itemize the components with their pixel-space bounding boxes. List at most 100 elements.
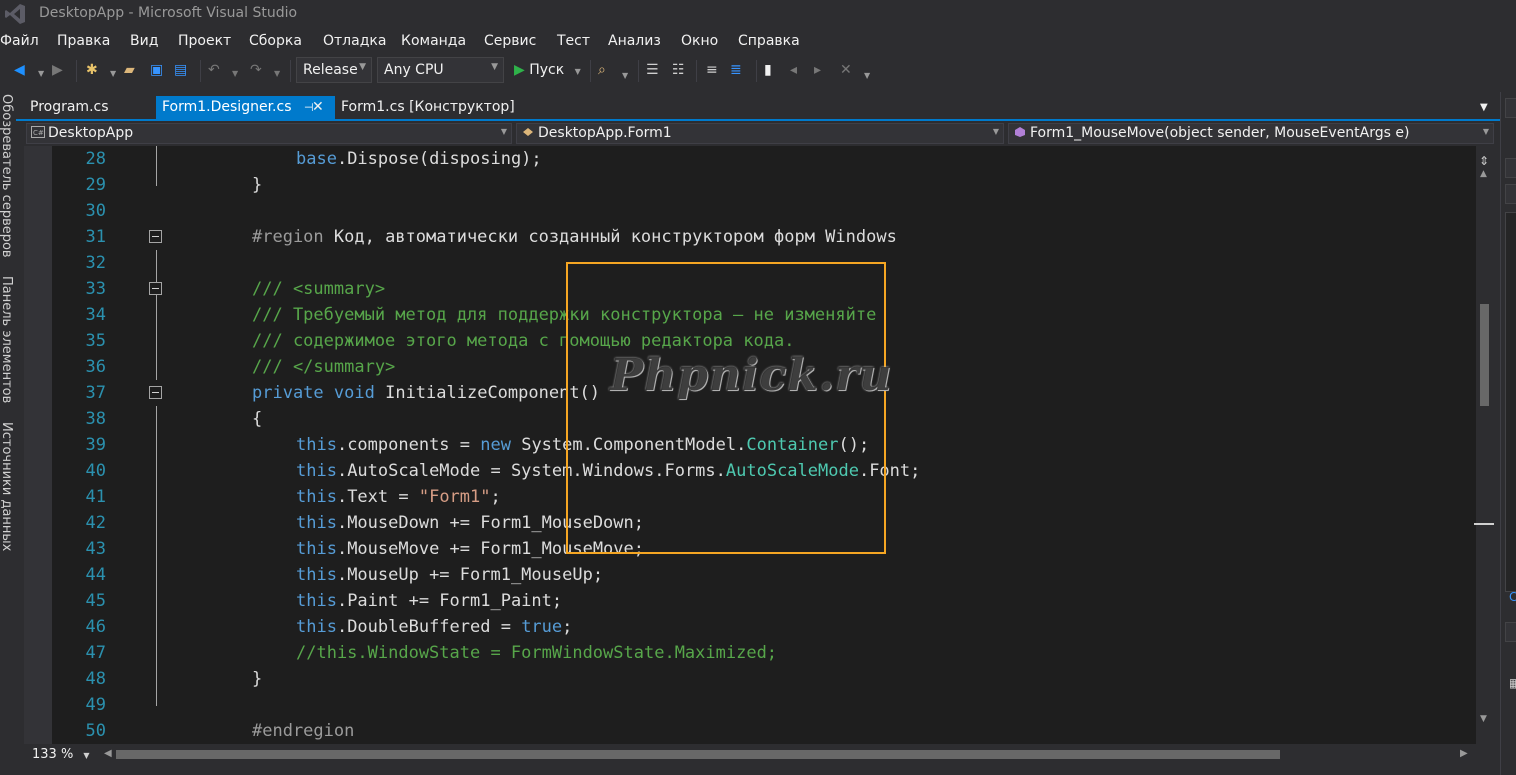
line-number: 44 [85,565,106,585]
scroll-left-icon[interactable]: ◀ [104,748,112,759]
panel-header[interactable] [1505,98,1516,118]
scroll-down-icon[interactable]: ▼ [1480,714,1487,724]
line-number: 43 [85,539,106,559]
menu-analyze[interactable]: Анализ [608,33,661,49]
panel-link-icon[interactable]: C [1509,590,1516,604]
code-text: this.Paint += Form1_Paint; [296,591,563,611]
save-icon[interactable]: ▣ [150,62,163,78]
toolbar-separator [76,60,77,82]
line-number: 37 [85,383,106,403]
vertical-scrollbar[interactable]: ⇕ ▲ ▼ [1474,146,1500,744]
member-select[interactable]: Form1_MouseMove(object sender, MouseEven… [1008,123,1494,144]
menu-team[interactable]: Команда [401,33,466,49]
split-window-icon[interactable]: ⇕ [1479,154,1489,168]
chevron-down-icon: ▼ [359,62,366,72]
left-tool-tabs: Обозреватель серверов Панель элементов И… [0,92,16,775]
navigation-bar: C# DesktopApp ▼ DesktopApp.Form1 ▼ Form1_… [24,122,1500,145]
line-number: 33 [85,279,106,299]
redo-icon[interactable]: ↷ [250,62,262,78]
menu-help[interactable]: Справка [738,33,800,49]
comment-icon[interactable]: ☰ [646,62,659,78]
configuration-value: Release [303,62,358,78]
collapse-method-icon[interactable] [149,386,162,399]
line-number: 49 [85,695,106,715]
menu-project[interactable]: Проект [178,33,231,49]
scroll-up-icon[interactable]: ▲ [1480,169,1487,179]
indent-icon[interactable]: ≡ [706,62,718,78]
code-line: 31 #region Код, автоматически созданный … [24,224,1476,250]
line-number: 32 [85,253,106,273]
collapse-comment-icon[interactable] [149,282,162,295]
next-bookmark-icon[interactable]: ▸ [814,62,821,78]
code-line: 28 base.Dispose(disposing); [24,146,1476,172]
new-dropdown-icon[interactable]: ▼ [110,66,116,82]
code-text: } [252,175,263,195]
customize-dropdown-icon[interactable]: ▼ [622,68,628,84]
collapse-region-icon[interactable] [149,230,162,243]
menu-edit[interactable]: Правка [57,33,110,49]
find-in-files-icon[interactable]: ⌕ [598,62,606,78]
forward-icon[interactable]: ▶ [52,62,63,78]
chevron-down-icon: ▼ [500,127,507,136]
data-sources-tab[interactable]: Источники данных [0,422,14,551]
line-number: 35 [85,331,106,351]
save-all-icon[interactable]: ▤ [174,62,187,78]
server-explorer-tab[interactable]: Обозреватель серверов [0,94,14,258]
clear-bookmarks-icon[interactable]: ✕ [840,62,852,78]
menu-file[interactable]: Файл [0,33,39,49]
active-tab-underline [16,119,1500,121]
platform-select[interactable]: Any CPU ▼ [377,57,504,83]
open-folder-icon[interactable]: ▰ [124,62,135,78]
start-button[interactable]: ▶ Пуск ▼ [514,62,581,78]
undo-icon[interactable]: ↶ [208,62,220,78]
tab-form1-designer-cs[interactable]: Form1.Designer.cs ⊣ [156,96,335,120]
line-number: 38 [85,409,106,429]
menu-view[interactable]: Вид [130,33,158,49]
tab-program-cs[interactable]: Program.cs [24,96,164,120]
back-icon[interactable]: ◀ [14,62,25,78]
type-value: DesktopApp.Form1 [538,125,672,141]
menu-debug[interactable]: Отладка [323,33,386,49]
menu-window[interactable]: Окно [681,33,718,49]
prev-bookmark-icon[interactable]: ◂ [790,62,797,78]
type-select[interactable]: DesktopApp.Form1 ▼ [516,123,1004,144]
tab-overflow-icon[interactable]: ▼ [1480,102,1488,113]
tab-label: Program.cs [30,99,109,115]
code-line: 29 } [24,172,1476,198]
properties-icon[interactable]: ▦ [1509,676,1516,690]
toolbox-tab[interactable]: Панель элементов [0,276,14,403]
scroll-right-icon[interactable]: ▶ [1460,748,1468,759]
panel-header[interactable] [1505,158,1516,178]
chevron-down-icon: ▼ [1482,127,1489,136]
close-icon[interactable]: ✕ [312,96,330,120]
panel-header[interactable] [1505,184,1516,204]
undo-dropdown-icon[interactable]: ▼ [232,66,238,82]
document-tabs: Program.cs Form1.Designer.cs ⊣ ✕ Form1.c… [16,96,1500,120]
scroll-thumb[interactable] [1480,304,1489,406]
panel-header[interactable] [1505,622,1516,642]
method-icon [1015,127,1025,137]
line-number: 36 [85,357,106,377]
menu-build[interactable]: Сборка [249,33,302,49]
horizontal-scroll-thumb[interactable] [116,750,1280,759]
new-project-icon[interactable]: ✱ [86,62,98,78]
bookmark-icon[interactable]: ▮ [764,62,772,78]
configuration-select[interactable]: Release ▼ [296,57,372,83]
redo-dropdown-icon[interactable]: ▼ [274,66,280,82]
chevron-down-icon: ▼ [992,127,999,136]
back-dropdown-icon[interactable]: ▼ [38,66,44,82]
editor-bottom-bar: 133 % ▼ ◀ ▶ [24,744,1500,766]
outdent-icon[interactable]: ≣ [730,62,742,78]
tab-form1-cs-designer[interactable]: Form1.cs [Конструктор] [335,96,535,120]
code-line: 45 this.Paint += Form1_Paint; [24,588,1476,614]
uncomment-icon[interactable]: ☷ [672,62,685,78]
project-select[interactable]: C# DesktopApp ▼ [26,123,512,144]
code-text: { [252,409,263,429]
code-text: this.Text = "Form1"; [296,487,501,507]
chevron-down-icon: ▼ [83,751,90,760]
menu-tools[interactable]: Сервис [484,33,536,49]
toolbar-overflow-icon[interactable]: ▼ [864,68,870,84]
code-line: 49 [24,692,1476,718]
zoom-select[interactable]: 133 % ▼ [28,745,98,764]
menu-test[interactable]: Тест [557,33,590,49]
